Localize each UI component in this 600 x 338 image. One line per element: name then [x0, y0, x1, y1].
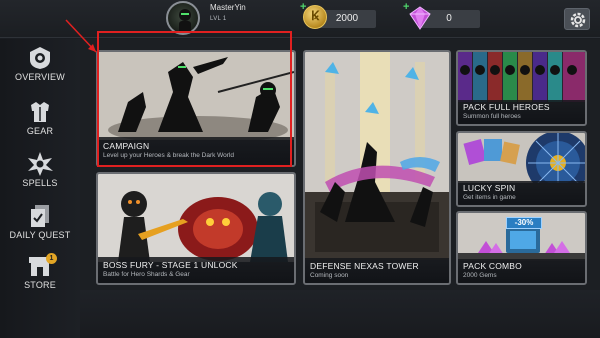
player-level: LVL 1	[210, 16, 227, 22]
defense-tower-artwork	[305, 52, 449, 260]
gold-coin-icon: Ꝃ	[303, 5, 327, 29]
armor-icon	[31, 102, 49, 122]
store-notification-badge: 1	[46, 253, 57, 264]
card-caption: BOSS FURY - STAGE 1 UNLOCK Battle for He…	[98, 257, 294, 283]
sidebar-item-daily-quest[interactable]: DAILY QUEST	[0, 203, 80, 240]
lucky-spin-card[interactable]: LUCKY SPIN Get items in game	[456, 131, 587, 207]
card-caption: LUCKY SPIN Get items in game	[458, 181, 585, 205]
card-title: PACK FULL HEROES	[463, 102, 550, 112]
bottom-bar	[80, 290, 600, 338]
player-name: MasterYin	[210, 3, 246, 12]
top-bar: MasterYin LVL 1 2000 Ꝃ + 0 +	[0, 0, 600, 38]
checklist-icon	[31, 205, 49, 227]
card-subtitle: Battle for Hero Shards & Gear	[103, 271, 190, 278]
sidebar-item-store[interactable]: 1 STORE	[0, 253, 80, 290]
sidebar-item-label: GEAR	[26, 126, 54, 136]
card-subtitle: Summon full heroes	[463, 113, 521, 120]
sidebar-item-spells[interactable]: SPELLS	[0, 151, 80, 188]
campaign-artwork	[98, 52, 294, 140]
add-gold-icon[interactable]: +	[300, 2, 306, 13]
sidebar-item-overview[interactable]: OVERVIEW	[0, 45, 80, 82]
campaign-card[interactable]: CAMPAIGN Level up your Heroes & break th…	[96, 50, 296, 167]
boss-fury-card[interactable]: BOSS FURY - STAGE 1 UNLOCK Battle for He…	[96, 172, 296, 285]
defense-nexas-tower-card[interactable]: DEFENSE NEXAS TOWER Coming soon	[303, 50, 451, 285]
card-caption: PACK COMBO 2000 Gems	[458, 259, 585, 283]
gem-icon	[409, 6, 431, 30]
card-caption: DEFENSE NEXAS TOWER Coming soon	[305, 258, 449, 283]
spell-burst-icon	[28, 152, 53, 176]
card-subtitle: Level up your Heroes & break the Dark Wo…	[103, 152, 235, 159]
sidebar-item-label: DAILY QUEST	[9, 230, 71, 240]
card-title: DEFENSE NEXAS TOWER	[310, 261, 419, 271]
card-title: BOSS FURY - STAGE 1 UNLOCK	[103, 260, 238, 270]
discount-badge: -30%	[506, 217, 542, 229]
card-subtitle: Get items in game	[463, 194, 516, 201]
sidebar: OVERVIEW GEAR SPELLS DAILY QUEST 1 STORE	[0, 39, 80, 338]
card-caption: PACK FULL HEROES Summon full heroes	[458, 100, 585, 124]
card-title: LUCKY SPIN	[463, 183, 516, 193]
gear-icon	[570, 12, 586, 28]
pack-combo-card[interactable]: -30% PACK COMBO 2000 Gems	[456, 211, 587, 285]
boss-fury-artwork	[98, 174, 294, 262]
pack-full-heroes-card[interactable]: PACK FULL HEROES Summon full heroes	[456, 50, 587, 126]
sidebar-item-label: STORE	[24, 280, 56, 290]
heroes-pack-artwork	[458, 52, 585, 102]
add-gems-icon[interactable]: +	[403, 2, 409, 13]
card-subtitle: 2000 Gems	[463, 272, 497, 279]
settings-button[interactable]	[564, 8, 590, 30]
sidebar-item-label: SPELLS	[22, 178, 58, 188]
card-title: CAMPAIGN	[103, 141, 150, 151]
card-title: PACK COMBO	[463, 261, 522, 271]
card-caption: CAMPAIGN Level up your Heroes & break th…	[98, 137, 294, 165]
card-subtitle: Coming soon	[310, 272, 349, 279]
helmet-icon	[30, 47, 50, 69]
player-avatar[interactable]	[166, 1, 200, 35]
lucky-spin-artwork	[458, 133, 585, 183]
sidebar-item-label: OVERVIEW	[15, 72, 65, 82]
sidebar-item-gear[interactable]: GEAR	[0, 99, 80, 136]
